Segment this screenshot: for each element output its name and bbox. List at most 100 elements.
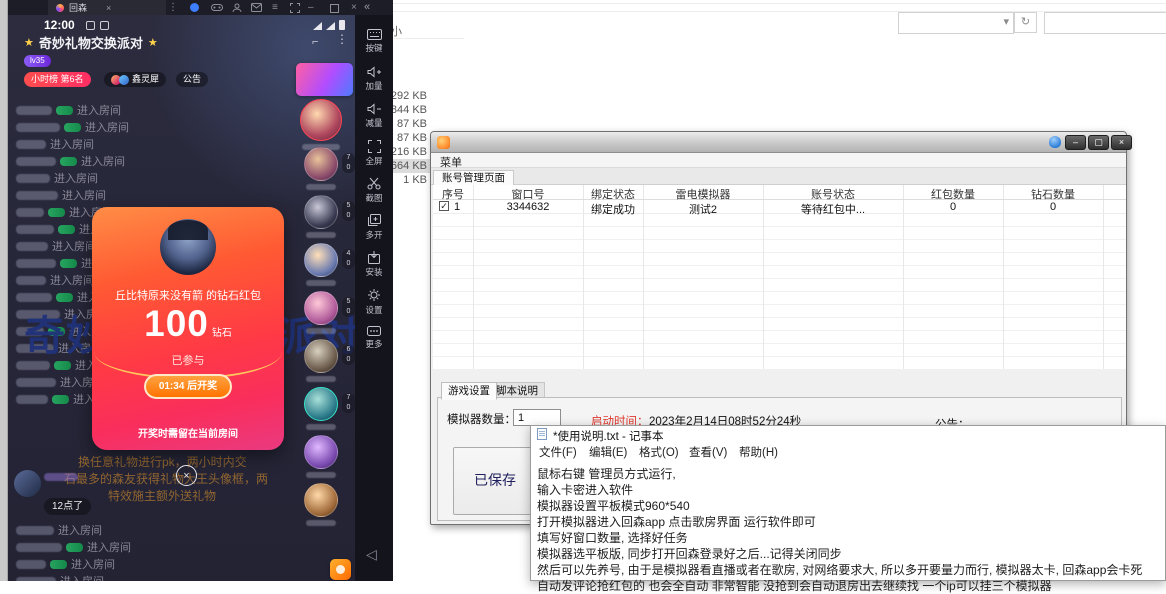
level-badge-icon bbox=[58, 225, 75, 234]
message-icon[interactable] bbox=[251, 3, 262, 12]
level-badge-icon bbox=[50, 560, 67, 569]
dialog-close-button[interactable]: × bbox=[176, 465, 197, 486]
mic-seat[interactable] bbox=[304, 483, 338, 517]
chat-username-blur bbox=[44, 473, 78, 481]
accounts-table: 序号 窗口号 绑定状态 雷电模拟器 账号状态 红包数量 钻石数量 ✓ 1 334… bbox=[433, 185, 1126, 369]
tab-game-settings[interactable]: 游戏设置 bbox=[441, 382, 497, 400]
star-icon: ★ bbox=[24, 36, 34, 49]
sidebar-item-volume-down[interactable]: 减量 bbox=[355, 103, 393, 129]
menu-item-file[interactable]: 文件(F) bbox=[539, 444, 577, 460]
notepad-text-line[interactable]: 打开模拟器进入回森app 点击歌房界面 运行软件即可 bbox=[537, 513, 816, 530]
sender-avatar-hair bbox=[168, 220, 208, 240]
top-rank-seat[interactable] bbox=[300, 99, 342, 141]
manager-menubar: 菜单 bbox=[431, 153, 1126, 168]
sidebar-item-install-apk[interactable]: 安装 bbox=[355, 251, 393, 278]
announcement-pill-text: 公告 bbox=[183, 72, 201, 87]
minimize-button[interactable]: – bbox=[1065, 135, 1086, 150]
sidebar-collapse-icon[interactable]: « bbox=[364, 1, 370, 13]
account-icon[interactable] bbox=[232, 3, 242, 13]
fullscreen-icon bbox=[368, 140, 381, 153]
event-banner-image[interactable] bbox=[296, 63, 353, 96]
mic-seat[interactable] bbox=[304, 291, 338, 325]
address-combobox[interactable]: ▾ bbox=[898, 12, 1014, 34]
mic-seat[interactable] bbox=[304, 435, 338, 469]
emulator-tab[interactable]: 回森 × bbox=[48, 0, 166, 15]
background-window-edge bbox=[393, 3, 1166, 4]
close-icon[interactable]: × bbox=[351, 2, 357, 13]
avatar bbox=[119, 75, 129, 85]
hour-rank-badge[interactable]: 小时榜 第6名 bbox=[24, 72, 91, 87]
room-menu-icon[interactable]: ⋮ bbox=[336, 32, 348, 46]
gift-activity-icon[interactable] bbox=[330, 559, 351, 580]
gear-icon bbox=[367, 288, 381, 302]
menu-item-help[interactable]: 帮助(H) bbox=[739, 444, 778, 460]
notepad-text-line[interactable]: 鼠标右键 管理员方式运行, bbox=[537, 465, 676, 482]
table-row[interactable]: ✓ 1 3344632 绑定成功 测试2 等待红包中... 0 0 bbox=[433, 200, 1126, 214]
menu-item-edit[interactable]: 编辑(E) bbox=[589, 444, 627, 460]
level-badge-icon bbox=[64, 123, 81, 132]
sidebar-item-fullscreen[interactable]: 全屏 bbox=[355, 140, 393, 167]
mic-seat[interactable] bbox=[304, 147, 338, 181]
level-badge-icon bbox=[56, 106, 73, 115]
sidebar-item-more[interactable]: 更多 bbox=[355, 326, 393, 350]
table-empty-rows bbox=[433, 214, 1126, 369]
seat-counter: 60 bbox=[342, 345, 355, 365]
mic-seat[interactable] bbox=[304, 387, 338, 421]
help-icon[interactable] bbox=[1049, 136, 1061, 148]
sidebar-item-keymap[interactable]: 按键 bbox=[355, 29, 393, 54]
android-back-icon[interactable]: ◁ bbox=[366, 546, 377, 563]
notepad-text-line[interactable]: 填写好窗口数量, 选择好任务 bbox=[537, 529, 688, 546]
sidebar-item-screenshot[interactable]: 截图 bbox=[355, 177, 393, 204]
notepad-text-line[interactable]: 模拟器设置平板模式960*540 bbox=[537, 497, 690, 514]
tab-account-management[interactable]: 账号管理页面 bbox=[433, 170, 514, 186]
level-badge-icon bbox=[60, 259, 77, 268]
host-pill[interactable]: 鑫灵犀 bbox=[104, 72, 166, 87]
level-badge-icon bbox=[60, 157, 77, 166]
feedback-icon[interactable]: ≡ bbox=[272, 2, 278, 13]
screencast-icon[interactable]: ⌐ bbox=[312, 36, 318, 48]
capture-icon[interactable] bbox=[290, 3, 300, 13]
menu-item-view[interactable]: 查看(V) bbox=[689, 444, 727, 460]
phone-screen: 12:00 ★ 奇妙礼物交换派对 ★ ⌐ ⋮ lv35 小时榜 第6名 鑫灵犀 … bbox=[8, 15, 355, 581]
seat-counter: 50 bbox=[342, 201, 355, 221]
more-icon bbox=[367, 326, 381, 336]
countdown-button[interactable]: 01:34 后开奖 bbox=[144, 374, 232, 399]
keyboard-icon bbox=[367, 29, 382, 40]
notepad-titlebar[interactable]: *使用说明.txt - 记事本 bbox=[531, 426, 1165, 443]
announcement-pill[interactable]: 公告 bbox=[176, 72, 208, 87]
tab-menu-icon[interactable]: ⋮ bbox=[168, 2, 178, 13]
emulator-count-input[interactable]: 1 bbox=[513, 409, 561, 426]
mic-seat[interactable] bbox=[304, 243, 338, 277]
notepad-text-line[interactable]: 然后可以先养号, 由于是模拟器看直播或者在歌房, 对网络要求大, 所以多开要量力… bbox=[537, 561, 1142, 578]
refresh-button[interactable]: ↻ bbox=[1014, 12, 1037, 33]
mic-seat[interactable] bbox=[304, 339, 338, 373]
search-input[interactable] bbox=[1044, 12, 1166, 34]
close-button[interactable]: × bbox=[1111, 135, 1132, 150]
tab-close-icon[interactable]: × bbox=[106, 3, 111, 13]
star-icon: ★ bbox=[148, 36, 158, 49]
chevron-down-icon[interactable]: ▾ bbox=[1003, 13, 1009, 32]
gamepad-icon[interactable] bbox=[211, 3, 223, 12]
row-checkbox[interactable]: ✓ bbox=[439, 201, 449, 211]
maximize-button[interactable]: ▢ bbox=[1088, 135, 1109, 150]
sidebar-item-settings[interactable]: 设置 bbox=[355, 288, 393, 316]
room-title-text: 奇妙礼物交换派对 bbox=[39, 33, 143, 52]
red-packet-dialog: 丘比特原来没有箭 的钻石红包 100钻石 已参与 01:34 后开奖 开奖时需留… bbox=[92, 207, 284, 450]
notepad-text-line[interactable]: 模拟器选平板版, 同步打开回森登录好之后...记得关闭同步 bbox=[537, 545, 842, 562]
seat-counter: 70 bbox=[342, 393, 355, 413]
maximize-icon[interactable] bbox=[330, 4, 339, 13]
notepad-text-line[interactable]: 输入卡密进入软件 bbox=[537, 481, 633, 498]
sidebar-item-volume-up[interactable]: 加量 bbox=[355, 66, 393, 92]
minimize-icon[interactable]: – bbox=[308, 2, 314, 13]
mic-seat[interactable] bbox=[304, 195, 338, 229]
menu-item-format[interactable]: 格式(O) bbox=[639, 444, 679, 460]
host-name: 鑫灵犀 bbox=[132, 72, 159, 87]
chat-row: 进入房间 bbox=[16, 557, 115, 571]
notepad-window: *使用说明.txt - 记事本 文件(F) 编辑(E) 格式(O) 查看(V) … bbox=[530, 425, 1166, 581]
save-button[interactable]: 已保存 bbox=[453, 447, 537, 515]
hour-rank-text: 小时榜 第6名 bbox=[31, 72, 84, 87]
notepad-text-line[interactable]: 自动发评论抢红包的 也会全自动 非常智能 没抢到会自动退房出去继续找 一个ip可… bbox=[537, 577, 1052, 594]
signal-icon bbox=[326, 22, 335, 30]
booster-icon[interactable] bbox=[190, 3, 199, 12]
sidebar-item-multi-instance[interactable]: 多开 bbox=[355, 214, 393, 241]
